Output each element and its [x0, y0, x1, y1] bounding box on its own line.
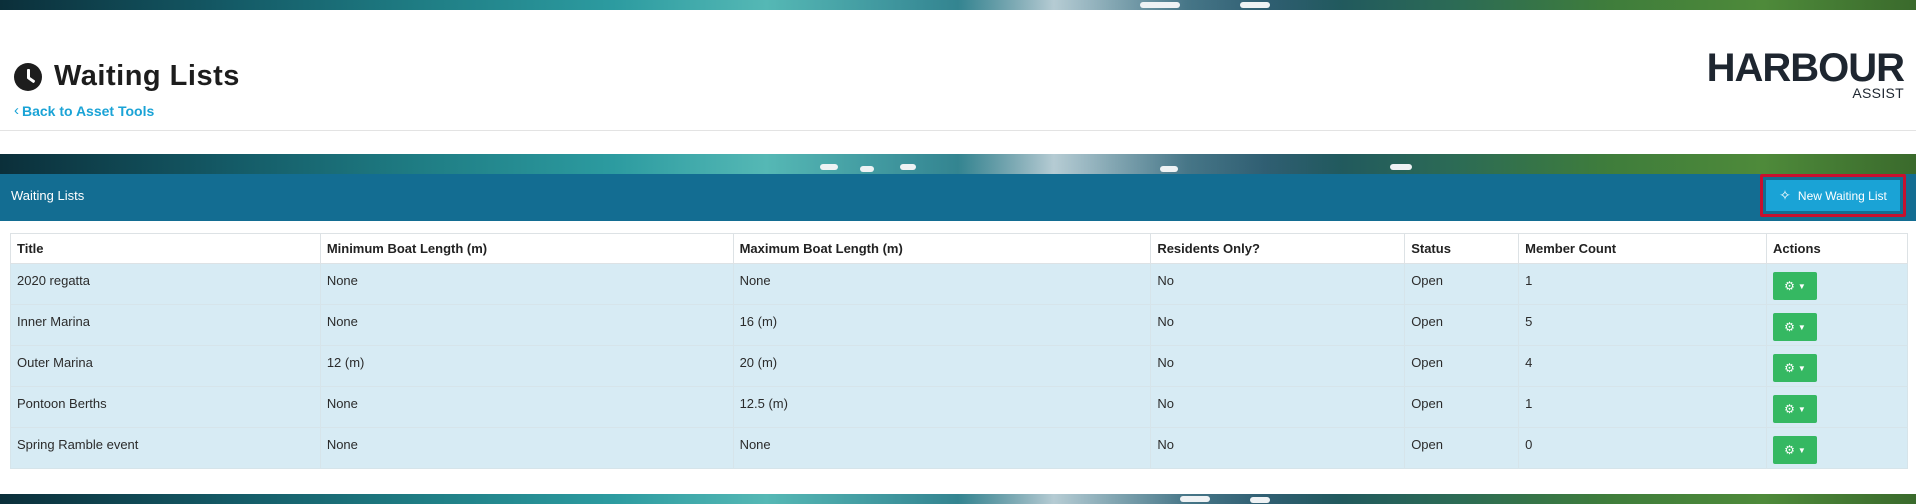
row-actions-dropdown-button[interactable]: ⚙ ▼ — [1773, 313, 1817, 341]
cell-member-count: 4 — [1518, 345, 1767, 387]
cell-max-length: 16 (m) — [732, 304, 1152, 346]
cell-title: Inner Marina — [10, 304, 321, 346]
cell-status: Open — [1404, 304, 1520, 346]
table-row: 2020 regatta None None No Open 1 ⚙ ▼ — [10, 263, 1908, 305]
caret-down-icon: ▼ — [1797, 363, 1806, 373]
cell-title: Outer Marina — [10, 345, 321, 387]
cell-actions: ⚙ ▼ — [1766, 304, 1908, 346]
column-header-status[interactable]: Status — [1404, 233, 1520, 264]
cell-member-count: 1 — [1518, 386, 1767, 428]
gear-icon: ⚙ — [1784, 402, 1795, 416]
back-link-label: Back to Asset Tools — [22, 102, 155, 119]
back-to-asset-tools-link[interactable]: ‹ Back to Asset Tools — [14, 102, 154, 119]
column-header-title[interactable]: Title — [10, 233, 321, 264]
cell-min-length: None — [319, 263, 734, 305]
cell-residents-only: No — [1150, 263, 1406, 305]
cell-member-count: 5 — [1518, 304, 1767, 346]
column-header-max-length[interactable]: Maximum Boat Length (m) — [732, 233, 1152, 264]
table-header-row: Title Minimum Boat Length (m) Maximum Bo… — [10, 233, 1908, 264]
cell-status: Open — [1404, 263, 1520, 305]
cell-status: Open — [1404, 386, 1520, 428]
panel-header: Waiting Lists ✧ New Waiting List — [0, 174, 1916, 221]
chevron-left-icon: ‹ — [14, 102, 19, 119]
cell-min-length: None — [319, 427, 734, 469]
background-photo-middle — [0, 154, 1916, 174]
waiting-lists-table: Title Minimum Boat Length (m) Maximum Bo… — [10, 233, 1908, 469]
boat-shape — [820, 164, 838, 170]
cell-min-length: 12 (m) — [319, 345, 734, 387]
page-title: Waiting Lists — [54, 60, 240, 92]
gear-icon: ⚙ — [1784, 361, 1795, 375]
row-actions-dropdown-button[interactable]: ⚙ ▼ — [1773, 354, 1817, 382]
harbour-assist-logo: HARBOUR ASSIST — [1706, 46, 1905, 100]
cell-residents-only: No — [1150, 427, 1406, 469]
cell-max-length: None — [732, 263, 1152, 305]
cell-status: Open — [1404, 427, 1520, 469]
new-waiting-list-button[interactable]: ✧ New Waiting List — [1766, 180, 1900, 211]
boat-shape — [1140, 2, 1180, 8]
clock-icon — [14, 62, 42, 91]
caret-down-icon: ▼ — [1797, 322, 1806, 332]
cell-actions: ⚙ ▼ — [1766, 427, 1908, 469]
boat-shape — [860, 166, 874, 172]
cell-actions: ⚙ ▼ — [1766, 386, 1908, 428]
table-row: Pontoon Berths None 12.5 (m) No Open 1 ⚙… — [10, 386, 1908, 428]
table-row: Spring Ramble event None None No Open 0 … — [10, 427, 1908, 469]
boat-shape — [1390, 164, 1412, 170]
table-container: Title Minimum Boat Length (m) Maximum Bo… — [0, 221, 1916, 494]
row-actions-dropdown-button[interactable]: ⚙ ▼ — [1773, 272, 1817, 300]
row-actions-dropdown-button[interactable]: ⚙ ▼ — [1773, 395, 1817, 423]
row-actions-dropdown-button[interactable]: ⚙ ▼ — [1773, 436, 1817, 464]
boat-shape — [1160, 166, 1178, 172]
panel-title: Waiting Lists — [11, 188, 85, 203]
magic-wand-icon: ✧ — [1779, 187, 1791, 203]
cell-member-count: 0 — [1518, 427, 1767, 469]
cell-max-length: None — [732, 427, 1152, 469]
cell-residents-only: No — [1150, 304, 1406, 346]
table-row: Inner Marina None 16 (m) No Open 5 ⚙ ▼ — [10, 304, 1908, 346]
column-header-actions: Actions — [1766, 233, 1908, 264]
cell-residents-only: No — [1150, 386, 1406, 428]
cell-actions: ⚙ ▼ — [1766, 345, 1908, 387]
table-row: Outer Marina 12 (m) 20 (m) No Open 4 ⚙ ▼ — [10, 345, 1908, 387]
cell-residents-only: No — [1150, 345, 1406, 387]
boat-shape — [900, 164, 916, 170]
cell-status: Open — [1404, 345, 1520, 387]
cell-title: Pontoon Berths — [10, 386, 321, 428]
cell-min-length: None — [319, 304, 734, 346]
background-photo-top — [0, 0, 1916, 10]
boat-shape — [1180, 496, 1210, 502]
boat-shape — [1240, 2, 1270, 8]
column-header-min-length[interactable]: Minimum Boat Length (m) — [319, 233, 734, 264]
cell-title: 2020 regatta — [10, 263, 321, 305]
waiting-lists-panel: Waiting Lists ✧ New Waiting List Title M… — [0, 174, 1916, 494]
gear-icon: ⚙ — [1784, 279, 1795, 293]
caret-down-icon: ▼ — [1797, 404, 1806, 414]
page-title-row: Waiting Lists — [14, 60, 240, 93]
new-waiting-list-label: New Waiting List — [1797, 188, 1887, 203]
background-photo-bottom — [0, 494, 1916, 504]
caret-down-icon: ▼ — [1797, 281, 1806, 291]
boat-shape — [1250, 497, 1270, 503]
cell-max-length: 20 (m) — [732, 345, 1152, 387]
gear-icon: ⚙ — [1784, 443, 1795, 457]
logo-main-text: HARBOUR — [1706, 46, 1905, 90]
caret-down-icon: ▼ — [1797, 445, 1806, 455]
cell-title: Spring Ramble event — [10, 427, 321, 469]
cell-actions: ⚙ ▼ — [1766, 263, 1908, 305]
cell-max-length: 12.5 (m) — [732, 386, 1152, 428]
page-header: Waiting Lists ‹ Back to Asset Tools HARB… — [0, 10, 1916, 131]
new-button-highlight: ✧ New Waiting List — [1760, 174, 1906, 217]
gear-icon: ⚙ — [1784, 320, 1795, 334]
cell-member-count: 1 — [1518, 263, 1767, 305]
column-header-member-count[interactable]: Member Count — [1518, 233, 1767, 264]
cell-min-length: None — [319, 386, 734, 428]
column-header-residents-only[interactable]: Residents Only? — [1150, 233, 1406, 264]
